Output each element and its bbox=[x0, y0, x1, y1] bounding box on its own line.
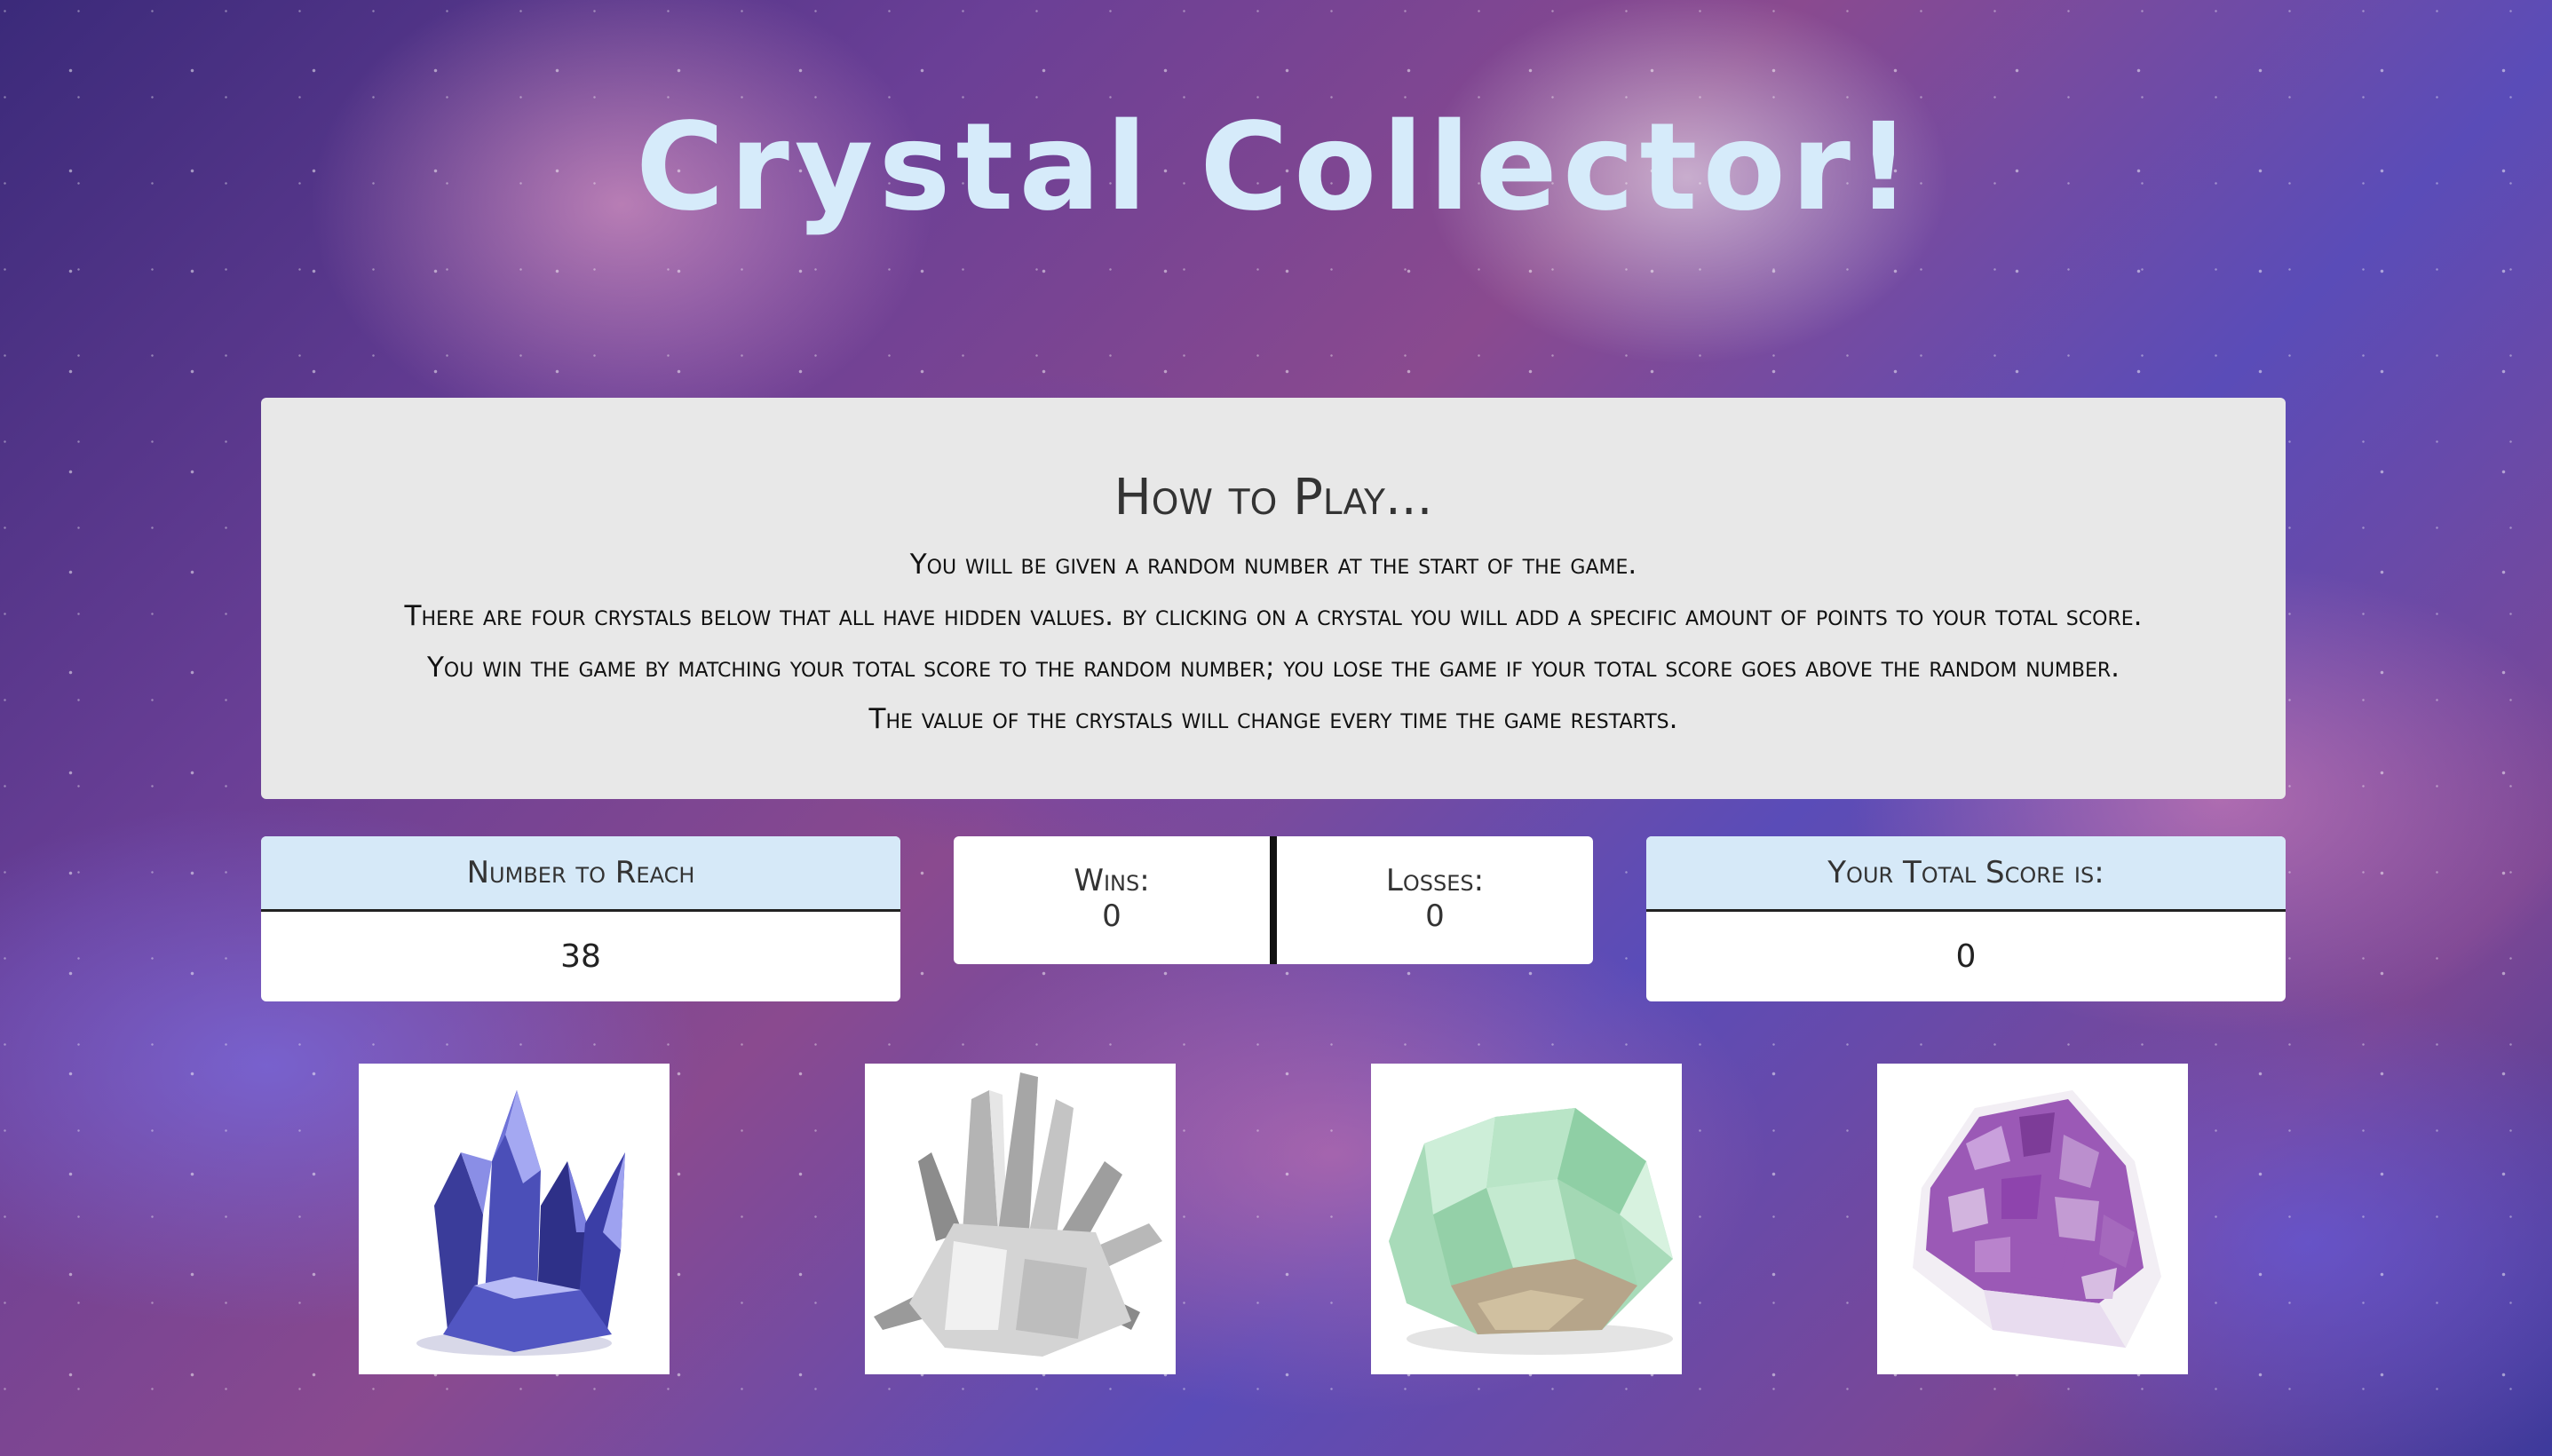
record-panel: Wins: 0 Losses: 0 bbox=[954, 836, 1593, 964]
instruction-line: You will be given a random number at the… bbox=[909, 549, 1637, 581]
total-score-label: Your Total Score is: bbox=[1646, 836, 2286, 912]
crystal-button-1[interactable] bbox=[359, 1064, 670, 1374]
total-score-value: 0 bbox=[1955, 938, 1977, 975]
instructions-panel: How to Play... You will be given a rando… bbox=[261, 398, 2286, 799]
record-divider bbox=[1270, 836, 1277, 964]
wins-value: 0 bbox=[1102, 898, 1121, 934]
crystal-button-4[interactable] bbox=[1877, 1064, 2188, 1374]
wins-label: Wins: bbox=[1074, 863, 1150, 898]
blue-crystal-icon bbox=[416, 1090, 625, 1356]
green-fluorite-crystal-icon bbox=[1389, 1108, 1673, 1355]
instructions-heading: How to Play... bbox=[1114, 469, 1433, 526]
losses-label: Losses: bbox=[1385, 863, 1485, 898]
number-to-reach-value: 38 bbox=[560, 938, 601, 975]
number-to-reach-label: Number to Reach bbox=[261, 836, 900, 912]
instruction-line: You win the game by matching your total … bbox=[426, 652, 2120, 684]
amethyst-cluster-crystal-icon bbox=[1913, 1090, 2161, 1348]
wins-section: Wins: 0 bbox=[954, 836, 1270, 964]
losses-value: 0 bbox=[1425, 898, 1445, 934]
losses-section: Losses: 0 bbox=[1277, 836, 1593, 964]
instruction-line: There are four crystals below that all h… bbox=[404, 600, 2143, 632]
page-title: Crystal Collector! bbox=[635, 98, 1917, 238]
total-score-panel: Your Total Score is: 0 bbox=[1646, 836, 2286, 1001]
instruction-line: The value of the crystals will change ev… bbox=[868, 703, 1678, 735]
clear-quartz-crystal-icon bbox=[874, 1072, 1162, 1357]
crystal-button-2[interactable] bbox=[865, 1064, 1176, 1374]
crystal-button-3[interactable] bbox=[1371, 1064, 1682, 1374]
number-to-reach-panel: Number to Reach 38 bbox=[261, 836, 900, 1001]
